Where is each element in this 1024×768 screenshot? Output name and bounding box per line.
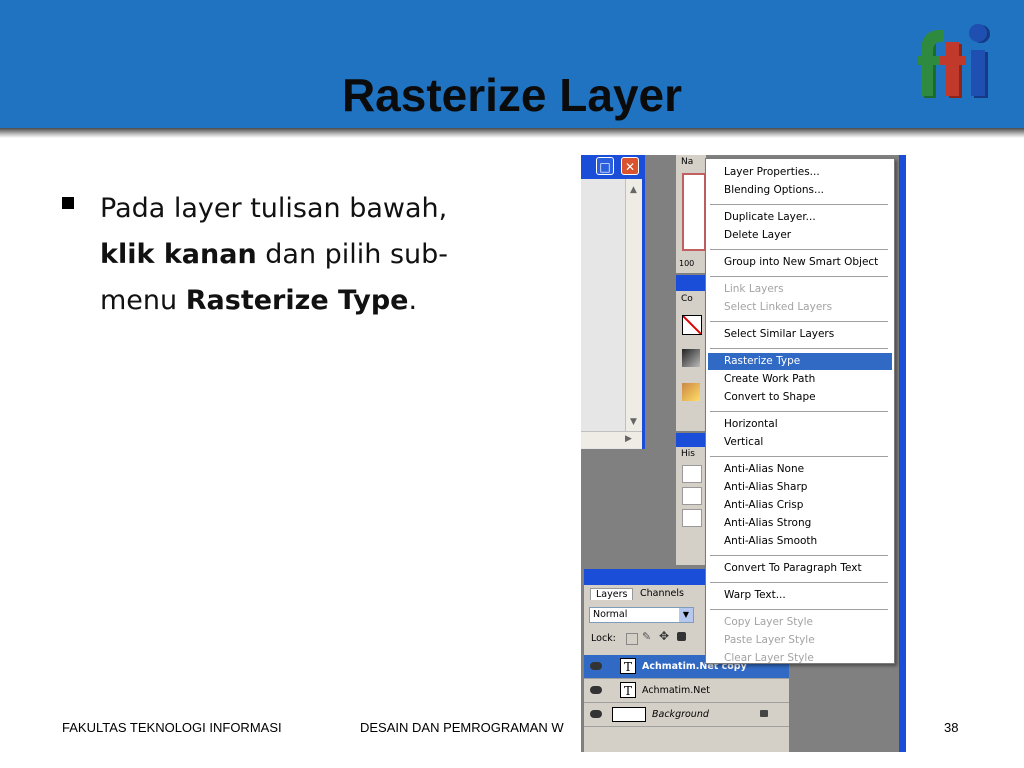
layer-context-menu: Layer Properties... Blending Options... Du… (705, 158, 895, 664)
history-snapshot-1[interactable] (682, 465, 702, 483)
menu-separator (710, 321, 888, 322)
no-color-swatch-icon[interactable] (682, 315, 702, 335)
menu-item[interactable]: Anti-Alias Crisp (708, 497, 892, 514)
horizontal-scrollbar[interactable]: ▶ (581, 431, 642, 448)
footer-course: DESAIN DAN PEMROGRAMAN W (360, 720, 564, 735)
background-thumbnail (612, 707, 646, 722)
menu-item[interactable]: Anti-Alias Smooth (708, 533, 892, 550)
document-window-border (642, 155, 645, 449)
menu-item[interactable]: Delete Layer (708, 227, 892, 244)
menu-item[interactable]: Layer Properties... (708, 164, 892, 181)
navigator-panel: Na 100 (676, 155, 706, 273)
layer-row-achmatim[interactable]: T Achmatim.Net (584, 679, 789, 703)
menu-item[interactable]: Horizontal (708, 416, 892, 433)
menu-separator (710, 276, 888, 277)
visibility-eye-icon[interactable] (590, 710, 602, 718)
tab-channels[interactable]: Channels (640, 588, 684, 599)
scroll-right-arrow-icon[interactable]: ▶ (625, 434, 632, 444)
menu-item[interactable]: Group into New Smart Object (708, 254, 892, 271)
visibility-eye-icon[interactable] (590, 662, 602, 670)
menu-item[interactable]: Blending Options... (708, 182, 892, 199)
vertical-scrollbar[interactable]: ▲ ▼ (625, 179, 643, 431)
menu-item[interactable]: Convert To Paragraph Text (708, 560, 892, 577)
maximize-button[interactable]: □ (596, 157, 614, 175)
slide-title: Rasterize Layer (341, 69, 683, 121)
tab-layers[interactable]: Layers (590, 588, 634, 600)
menu-separator (710, 411, 888, 412)
blend-mode-select[interactable]: Normal ▼ (589, 607, 694, 623)
menu-item[interactable]: Anti-Alias Strong (708, 515, 892, 532)
bullet-marker (62, 197, 74, 209)
lock-paint-brush-icon[interactable]: ✎ (642, 630, 651, 643)
menu-item[interactable]: Rasterize Type (708, 353, 892, 370)
navigator-preview[interactable] (682, 173, 706, 251)
menu-separator (710, 348, 888, 349)
bullet-text: Pada layer tulisan bawah, klik kanan dan… (100, 186, 480, 324)
menu-item[interactable]: Select Similar Layers (708, 326, 892, 343)
text-layer-icon: T (620, 658, 636, 674)
bullet-text-pre: Pada layer tulisan bawah, (100, 193, 448, 224)
menu-item[interactable]: Vertical (708, 434, 892, 451)
menu-item[interactable]: Duplicate Layer... (708, 209, 892, 226)
chevron-down-icon[interactable]: ▼ (679, 608, 693, 622)
gradient-swatch-dark[interactable] (682, 349, 700, 367)
visibility-eye-icon[interactable] (590, 686, 602, 694)
blend-mode-value: Normal (593, 609, 628, 620)
menu-item[interactable]: Anti-Alias Sharp (708, 479, 892, 496)
color-panel-titlebar (676, 275, 706, 291)
menu-item[interactable]: Convert to Shape (708, 389, 892, 406)
menu-item[interactable]: Warp Text... (708, 587, 892, 604)
color-panel: Co (676, 291, 706, 431)
color-tab[interactable]: Co (681, 294, 693, 304)
lock-all-icon[interactable] (677, 632, 686, 641)
lock-label: Lock: (591, 633, 616, 644)
layer-name[interactable]: Background (652, 709, 709, 720)
lock-move-icon[interactable]: ✥ (659, 629, 669, 643)
window-border-right (899, 155, 906, 752)
gradient-swatch-warm[interactable] (682, 383, 700, 401)
history-panel: His (676, 447, 706, 565)
menu-separator (710, 609, 888, 610)
layer-row-background[interactable]: Background (584, 703, 789, 727)
menu-separator (710, 582, 888, 583)
menu-item[interactable]: Anti-Alias None (708, 461, 892, 478)
close-button[interactable]: ✕ (621, 157, 639, 175)
lock-transparency-icon[interactable] (626, 633, 638, 645)
menu-item: Clear Layer Style (724, 652, 814, 664)
history-snapshot-3[interactable] (682, 509, 702, 527)
history-snapshot-2[interactable] (682, 487, 702, 505)
bullet-text-post: . (408, 285, 418, 316)
menu-separator (710, 249, 888, 250)
menu-item: Paste Layer Style (724, 634, 815, 646)
menu-item: Copy Layer Style (724, 616, 813, 628)
scroll-up-arrow-icon[interactable]: ▲ (630, 185, 637, 195)
menu-item[interactable]: Create Work Path (708, 371, 892, 388)
navigator-tab[interactable]: Na (681, 157, 693, 167)
navigator-zoom-value[interactable]: 100 (679, 259, 694, 268)
menu-separator (710, 456, 888, 457)
photoshop-screenshot: □ ✕ ▲ ▼ ▶ Na 100 Co His Layers Channels … (581, 155, 906, 752)
layer-name[interactable]: Achmatim.Net (642, 685, 710, 696)
menu-item: Select Linked Layers (724, 301, 833, 313)
menu-separator (710, 204, 888, 205)
scroll-down-arrow-icon[interactable]: ▼ (630, 417, 637, 427)
bullet-text-bold-right-click: klik kanan (100, 239, 257, 270)
history-panel-titlebar (676, 433, 706, 447)
bullet-text-bold-rasterize: Rasterize Type (185, 285, 409, 316)
text-layer-icon: T (620, 682, 636, 698)
fti-logo (918, 24, 990, 98)
menu-separator (710, 555, 888, 556)
menu-item: Link Layers (724, 283, 784, 295)
history-tab[interactable]: His (681, 449, 695, 459)
lock-icon (760, 710, 768, 717)
header-shadow (0, 128, 1024, 138)
footer-page-number: 38 (944, 720, 959, 735)
footer-faculty: FAKULTAS TEKNOLOGI INFORMASI (62, 720, 282, 735)
